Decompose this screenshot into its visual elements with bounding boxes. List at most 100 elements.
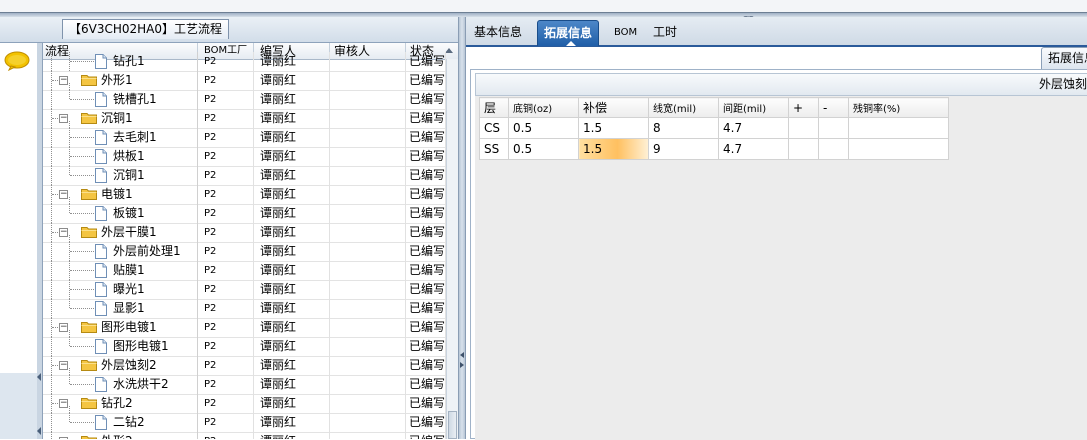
tree-node-label[interactable]: 去毛刺1 [113,128,157,147]
table-cell-residual-copper[interactable] [848,117,949,139]
table-cell-compensation-selected[interactable]: 1.5 [578,138,649,160]
tree-node-label[interactable]: 贴膜1 [113,261,145,280]
tree-row[interactable]: 烘板1 P2 谭丽红 已编写 [43,147,446,167]
tree-row[interactable]: 显影1 P2 谭丽红 已编写 [43,299,446,319]
collapse-left-icon[interactable] [37,373,41,381]
tree-cell-status: 已编写 [406,394,446,413]
collapse-node-icon[interactable]: − [59,323,68,332]
speech-bubble-icon[interactable] [4,51,30,71]
table-cell-plus[interactable] [788,138,819,160]
tree-node-label[interactable]: 沉铜1 [113,166,145,185]
column-header-residual-copper[interactable]: 残铜率(%) [848,97,949,118]
splitter-right-arrow-icon[interactable] [460,362,464,368]
tree-node-label[interactable]: 外形2 [101,432,133,439]
collapse-node-icon[interactable]: − [59,76,68,85]
column-header-compensation[interactable]: 补偿 [578,97,649,118]
tree-cell-reviewer [330,52,406,71]
tree-row[interactable]: − 外层干膜1 P2 谭丽红 已编写 [43,223,446,243]
tree-connector [69,121,70,128]
tree-node-label[interactable]: 水洗烘干2 [113,375,169,394]
tree-node-label[interactable]: 板镀1 [113,204,145,223]
tree-cell-writer: 谭丽红 [254,147,330,166]
tab-work-hours[interactable]: 工时 [647,20,683,45]
tree-row[interactable]: 二钻2 P2 谭丽红 已编写 [43,413,446,433]
table-cell-base-copper[interactable]: 0.5 [508,117,579,139]
tree-row[interactable]: 钻孔1 P2 谭丽红 已编写 [43,52,446,72]
tree-node-label[interactable]: 曝光1 [113,280,145,299]
tree-node-label[interactable]: 钻孔1 [113,52,145,71]
tree-row[interactable]: − 外形1 P2 谭丽红 已编写 [43,71,446,91]
column-header-layer[interactable]: 层 [479,97,509,118]
tree-node-label[interactable]: 图形电镀1 [101,318,157,337]
tree-node-label[interactable]: 外层蚀刻2 [101,356,157,375]
tree-row[interactable]: 板镀1 P2 谭丽红 已编写 [43,204,446,224]
tree-node-label[interactable]: 外形1 [101,71,133,90]
tree-vertical-scrollbar[interactable] [446,59,458,439]
tree-row[interactable]: 去毛刺1 P2 谭丽红 已编写 [43,128,446,148]
tab-bom[interactable]: BOM [608,20,643,45]
column-header-spacing[interactable]: 间距(mil) [718,97,789,118]
tree-node-label[interactable]: 图形电镀1 [113,337,169,356]
tree-node-label[interactable]: 外层干膜1 [101,223,157,242]
tree-row[interactable]: 水洗烘干2 P2 谭丽红 已编写 [43,375,446,395]
tree-row[interactable]: 图形电镀1 P2 谭丽红 已编写 [43,337,446,357]
tree-node-label[interactable]: 显影1 [113,299,145,318]
tree-row[interactable]: − 钻孔2 P2 谭丽红 已编写 [43,394,446,414]
tree-node-label[interactable]: 外层前处理1 [113,242,181,261]
table-cell-residual-copper[interactable] [848,138,949,160]
tree-cell-writer: 谭丽红 [254,432,330,439]
table-cell-line-width[interactable]: 8 [648,117,719,139]
table-cell-minus[interactable] [818,117,849,139]
tree-node-label[interactable]: 钻孔2 [101,394,133,413]
collapse-node-icon[interactable]: − [59,114,68,123]
collapse-left-icon-2[interactable] [37,427,41,435]
table-cell-line-width[interactable]: 9 [648,138,719,160]
column-header-base-copper[interactable]: 底铜(oz) [508,97,579,118]
tree-row[interactable]: 曝光1 P2 谭丽红 已编写 [43,280,446,300]
tree-node-label[interactable]: 沉铜1 [101,109,133,128]
tree-row[interactable]: 贴膜1 P2 谭丽红 已编写 [43,261,446,281]
table-cell-minus[interactable] [818,138,849,160]
tree-cell-flow: 外层前处理1 [43,242,198,261]
tree-row[interactable]: − 外层蚀刻2 P2 谭丽红 已编写 [43,356,446,376]
table-cell-compensation[interactable]: 1.5 [578,117,649,139]
tree-cell-bom-factory: P2 [198,223,254,242]
column-header-line-width[interactable]: 线宽(mil) [648,97,719,118]
column-header-plus[interactable]: + [788,97,819,118]
tree-cell-bom-factory: P2 [198,52,254,71]
tree-row[interactable]: −外形2P2谭丽红 已编写 [43,432,446,439]
tree-node-label[interactable]: 烘板1 [113,147,145,166]
tree-connector [70,137,94,138]
tree-row[interactable]: − 沉铜1 P2 谭丽红 已编写 [43,109,446,129]
column-header-minus[interactable]: - [818,97,849,118]
tree-node-label[interactable]: 二钻2 [113,413,145,432]
tree-row[interactable]: − 图形电镀1 P2 谭丽红 已编写 [43,318,446,338]
splitter-left-arrow-icon[interactable] [460,352,464,358]
table-cell-plus[interactable] [788,117,819,139]
tree-row[interactable]: 铣槽孔1 P2 谭丽红 已编写 [43,90,446,110]
collapse-node-icon[interactable]: − [59,399,68,408]
process-flow-title-tab[interactable]: 【6V3CH02HA0】工艺流程 [62,19,230,39]
tree-row[interactable]: − 电镀1 P2 谭丽红 已编写 [43,185,446,205]
tree-row[interactable]: 沉铜1 P2 谭丽红 已编写 [43,166,446,186]
tree-connector [70,422,94,423]
collapse-node-icon[interactable]: − [59,190,68,199]
table-cell-spacing[interactable]: 4.7 [718,138,789,160]
tab-basic-info[interactable]: 基本信息 [468,20,528,45]
document-icon [95,415,107,430]
tree-row[interactable]: 外层前处理1 P2 谭丽红 已编写 [43,242,446,262]
table-cell-spacing[interactable]: 4.7 [718,117,789,139]
scrollbar-thumb[interactable] [448,411,457,439]
tree-node-label[interactable]: 电镀1 [101,185,133,204]
tree-connector [51,128,52,147]
vertical-splitter[interactable] [458,17,466,439]
collapse-node-icon[interactable]: − [59,361,68,370]
sub-tab-extended-info[interactable]: 拓展信息 [1041,47,1087,69]
table-cell-layer[interactable]: CS [479,117,509,139]
table-cell-base-copper[interactable]: 0.5 [508,138,579,160]
sort-ascending-icon[interactable] [445,48,453,53]
document-icon [95,377,107,392]
collapse-node-icon[interactable]: − [59,228,68,237]
table-cell-layer[interactable]: SS [479,138,509,160]
tree-node-label[interactable]: 铣槽孔1 [113,90,157,109]
